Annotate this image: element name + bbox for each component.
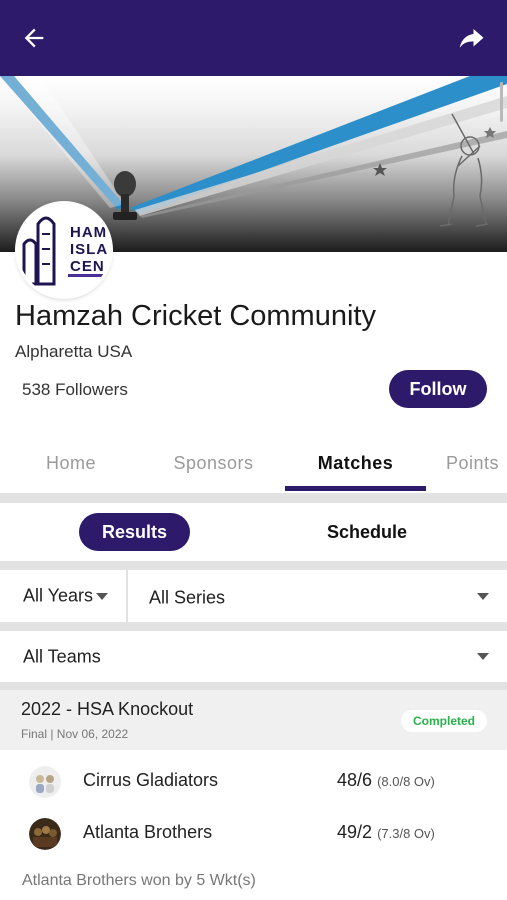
tab-matches[interactable]: Matches (285, 437, 426, 493)
filter-row-teams: All Teams (0, 631, 507, 682)
team-score: 48/6 (8.0/8 Ov) (337, 770, 435, 791)
arrow-left-icon[interactable] (20, 24, 48, 52)
status-badge: Completed (401, 710, 487, 732)
divider (0, 622, 507, 631)
tab-home[interactable]: Home (0, 437, 142, 493)
match-result: Atlanta Brothers won by 5 Wkt(s) (22, 872, 256, 889)
follow-button[interactable]: Follow (389, 370, 487, 408)
results-button[interactable]: Results (79, 513, 190, 551)
team-row[interactable]: Atlanta Brothers 49/2 (7.3/8 Ov) (0, 809, 507, 859)
series-dropdown-label: All Series (149, 587, 226, 608)
score-runs: 49/2 (337, 822, 373, 842)
team-row[interactable]: Cirrus Gladiators 48/6 (8.0/8 Ov) (0, 757, 507, 807)
team-name: Atlanta Brothers (83, 822, 213, 842)
match-card-header[interactable]: 2022 - HSA Knockout Final | Nov 06, 2022… (0, 690, 507, 750)
match-subtitle: Final | Nov 06, 2022 (21, 727, 129, 741)
logo-text: HAM ISLA CEN (70, 224, 109, 275)
club-name: Hamzah Cricket Community (15, 300, 376, 332)
tab-points[interactable]: Points (426, 437, 507, 493)
years-dropdown-label: All Years (23, 585, 94, 606)
divider (0, 561, 507, 570)
followers-count[interactable]: 538 Followers (22, 380, 128, 400)
scrollbar[interactable] (500, 82, 503, 122)
club-location: Alpharetta USA (15, 342, 133, 361)
score-overs: (7.3/8 Ov) (377, 826, 435, 841)
club-logo: HAM ISLA CEN (18, 204, 110, 296)
app-bar (0, 0, 507, 76)
divider (0, 493, 507, 503)
chevron-down-icon (477, 593, 489, 600)
team-score: 49/2 (7.3/8 Ov) (337, 822, 435, 843)
active-tab-indicator (285, 486, 426, 491)
tab-sponsors[interactable]: Sponsors (142, 437, 285, 493)
divider (0, 682, 507, 690)
teams-dropdown[interactable]: All Teams (0, 631, 507, 682)
score-runs: 48/6 (337, 770, 373, 790)
team-logo-icon (29, 766, 61, 798)
filter-row-years-series: All Years All Series (0, 570, 507, 622)
team-name: Cirrus Gladiators (83, 770, 219, 790)
years-dropdown[interactable]: All Years (0, 570, 126, 622)
tab-bar: Home Sponsors Matches Points (0, 437, 507, 493)
chevron-down-icon (477, 653, 489, 660)
match-title: 2022 - HSA Knockout (21, 699, 194, 719)
series-dropdown[interactable]: All Series (128, 570, 507, 622)
share-forward-icon[interactable] (455, 24, 487, 54)
teams-dropdown-label: All Teams (23, 646, 101, 666)
team-logo-icon (29, 818, 61, 850)
results-schedule-toggle: Results Schedule (0, 503, 507, 561)
score-overs: (8.0/8 Ov) (377, 774, 435, 789)
chevron-down-icon (96, 593, 108, 600)
schedule-button[interactable]: Schedule (312, 513, 422, 551)
